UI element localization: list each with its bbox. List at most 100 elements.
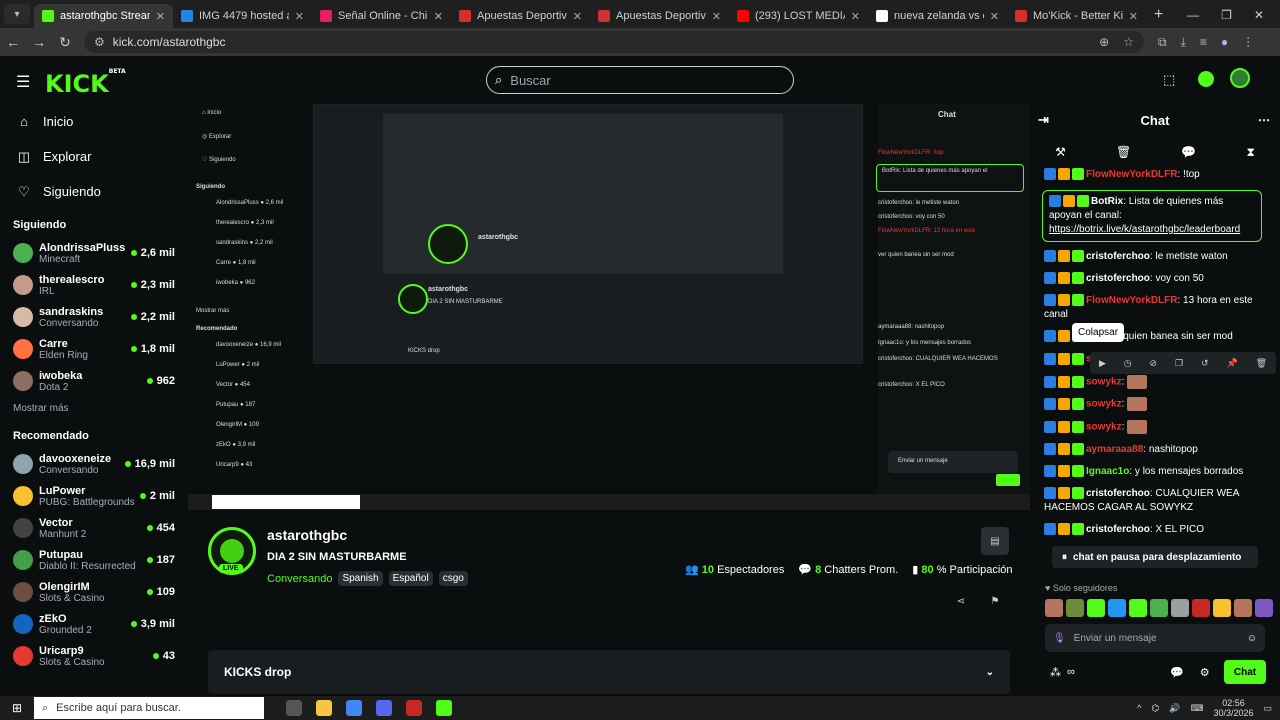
browser-tab[interactable]: IMG 4479 hosted at ImgB ✕ — [173, 4, 312, 28]
chat-username[interactable]: cristoferchoo — [1086, 273, 1150, 284]
taskbar-clock[interactable]: 02:56 30/3/2026 — [1213, 698, 1253, 718]
chat-message[interactable]: sowykz: — [1044, 374, 1266, 390]
sidebar-channel[interactable]: LuPower PUBG: Battlegrounds 2 mil — [0, 480, 188, 512]
chrome-icon[interactable] — [346, 700, 362, 716]
obs-icon[interactable] — [406, 700, 422, 716]
profile-icon[interactable]: ● — [1221, 35, 1228, 50]
browser-tab[interactable]: astarothgbc Stream - Wa ✕ — [34, 4, 173, 28]
copy-icon[interactable]: ❐ — [1175, 358, 1183, 369]
close-tab-icon[interactable]: ✕ — [295, 10, 304, 23]
sidebar-nav-inicio[interactable]: ⌂ Inicio — [0, 104, 188, 139]
url-field[interactable]: ⚙ kick.com/astarothgbc ⊕ ☆ — [84, 31, 1144, 53]
trash-icon[interactable]: 🗑 — [1116, 145, 1131, 159]
back-icon[interactable]: ← — [0, 34, 26, 50]
emoji-icon[interactable]: ☺ — [1247, 633, 1257, 644]
browser-tab[interactable]: Apuestas Deportivas - Ap ✕ — [590, 4, 729, 28]
bookmark-star-icon[interactable]: ☆ — [1123, 35, 1134, 49]
emote-icon[interactable] — [1234, 599, 1252, 617]
close-window-icon[interactable]: ✕ — [1254, 8, 1264, 22]
chat-username[interactable]: cristoferchoo — [1086, 251, 1150, 262]
minimize-icon[interactable]: — — [1187, 8, 1199, 22]
close-tab-icon[interactable]: ✕ — [1129, 10, 1138, 23]
close-tab-icon[interactable]: ✕ — [712, 10, 721, 23]
share-icon[interactable]: ⋖ — [950, 590, 972, 612]
chat-username[interactable]: FlowNewYorkDLFR — [1086, 295, 1177, 306]
browser-menu-icon[interactable]: ⋮ — [1242, 35, 1254, 50]
chat-menu-icon[interactable]: ⋯ — [1258, 113, 1270, 127]
taskbar-search[interactable]: ⌕ Escribe aquí para buscar. — [34, 697, 264, 719]
tag-espanol[interactable]: Español — [388, 571, 433, 586]
download-icon[interactable]: ⤓ — [1181, 35, 1186, 50]
extensions-icon[interactable]: ⧉ — [1158, 35, 1167, 50]
undo-icon[interactable]: ↺ — [1201, 358, 1209, 369]
message-icon[interactable]: 💬 — [1181, 145, 1196, 159]
emote-icon[interactable] — [1171, 599, 1189, 617]
chat-message[interactable]: Ignaac1o: y los mensajes borrados — [1044, 464, 1266, 479]
channel-name[interactable]: astarothgbc — [267, 527, 347, 543]
tag-spanish[interactable]: Spanish — [338, 571, 383, 586]
task-view-icon[interactable] — [286, 700, 302, 716]
discord-icon[interactable] — [376, 700, 392, 716]
report-icon[interactable]: ▤ — [981, 527, 1009, 555]
kicks-drop-bar[interactable]: KICKS drop ⌄ — [208, 650, 1010, 694]
browser-tab[interactable]: Mo'Kick - Better Kick For ✕ — [1007, 4, 1146, 28]
chat-username[interactable]: sowykz — [1086, 399, 1122, 410]
hourglass-icon[interactable]: ⧗ — [1246, 145, 1254, 160]
search-input[interactable]: ⌕ Buscar — [486, 66, 794, 94]
emote-icon[interactable] — [1213, 599, 1231, 617]
sidebar-channel[interactable]: AlondrissaPluss Minecraft 2,6 mil — [0, 237, 188, 269]
emote-icon[interactable] — [1108, 599, 1126, 617]
chat-paused-banner[interactable]: ⏸ chat en pausa para desplazamiento — [1052, 546, 1258, 568]
user-avatar[interactable] — [1230, 68, 1250, 88]
maximize-icon[interactable]: ❐ — [1221, 8, 1232, 22]
show-more-link[interactable]: Mostrar más — [0, 397, 188, 420]
sidebar-channel[interactable]: Carre Elden Ring 1,8 mil — [0, 333, 188, 365]
close-tab-icon[interactable]: ✕ — [573, 10, 582, 23]
drops-icon[interactable]: ⬚ — [1163, 72, 1175, 88]
tag-csgo[interactable]: csgo — [438, 571, 468, 586]
emote-icon[interactable] — [1129, 599, 1147, 617]
emote-icon[interactable] — [1192, 599, 1210, 617]
chat-username[interactable]: FlowNewYorkDLFR — [1086, 169, 1177, 180]
settings-gear-icon[interactable]: ⚙ — [1200, 666, 1210, 679]
chat-message[interactable]: cristoferchoo: CUALQUIER WEA HACEMOS CAG… — [1044, 486, 1266, 515]
close-tab-icon[interactable]: ✕ — [851, 10, 860, 23]
browser-tab[interactable]: Apuestas Deportivas - Ap ✕ — [451, 4, 590, 28]
chat-send-button[interactable]: Chat — [1224, 660, 1266, 684]
chat-message[interactable]: sowykz: — [1044, 419, 1266, 435]
chat-message[interactable]: cristoferchoo: voy con 50 — [1044, 272, 1266, 286]
file-explorer-icon[interactable] — [316, 700, 332, 716]
sidebar-channel[interactable]: Putupau Diablo II: Resurrected 187 — [0, 544, 188, 576]
emote-icon[interactable] — [1150, 599, 1168, 617]
chat-message[interactable]: FlowNewYorkDLFR: 13 hora en este canal — [1044, 294, 1266, 322]
chat-link[interactable]: https://botrix.live/k/astarothgbc/leader… — [1049, 224, 1240, 235]
windows-start-icon[interactable]: ⊞ — [0, 701, 34, 715]
kick-logo[interactable]: KICKBETA — [45, 68, 126, 98]
close-tab-icon[interactable]: ✕ — [434, 10, 443, 23]
kick-app-icon[interactable] — [436, 700, 452, 716]
chat-message[interactable]: sowykz: — [1044, 397, 1266, 412]
stream-category[interactable]: Conversando — [267, 573, 332, 585]
chat-bubbles-icon[interactable]: 💬 — [1170, 666, 1184, 679]
emote-icon[interactable] — [1066, 599, 1084, 617]
sidebar-channel[interactable]: sandraskins Conversando 2,2 mil — [0, 301, 188, 333]
chat-message[interactable]: cristoferchoo: le metiste waton — [1044, 250, 1266, 264]
chat-message[interactable]: cristoferchoo: X EL PICO — [1044, 522, 1266, 537]
sidebar-channel[interactable]: davooxeneize Conversando 16,9 mil — [0, 448, 188, 480]
browser-tab[interactable]: Señal Online - Chilevisión ✕ — [312, 4, 451, 28]
hide-icon[interactable]: ⊘ — [1150, 358, 1158, 369]
media-icon[interactable]: ≡ — [1200, 35, 1207, 50]
video-player[interactable]: ⌂ Inicio ◎ Explorar ♡ Siguiendo Siguiend… — [188, 104, 1030, 510]
emote-icon[interactable] — [1087, 599, 1105, 617]
zoom-icon[interactable]: ⊕ — [1099, 35, 1109, 49]
close-tab-icon[interactable]: ✕ — [156, 10, 165, 23]
hammer-icon[interactable]: ⚒ — [1055, 145, 1066, 159]
sidebar-channel[interactable]: Vector Manhunt 2 454 — [0, 512, 188, 544]
sidebar-channel[interactable]: Uricarp9 Slots & Casino 43 — [0, 640, 188, 672]
chat-username[interactable]: cristoferchoo — [1086, 488, 1150, 499]
site-info-icon[interactable]: ⚙ — [94, 35, 105, 49]
clock-icon[interactable]: ◷ — [1124, 358, 1132, 369]
forward-icon[interactable]: → — [26, 34, 52, 50]
keyboard-icon[interactable]: ⌨ — [1190, 703, 1203, 714]
tab-search-icon[interactable]: ▾ — [4, 4, 30, 24]
